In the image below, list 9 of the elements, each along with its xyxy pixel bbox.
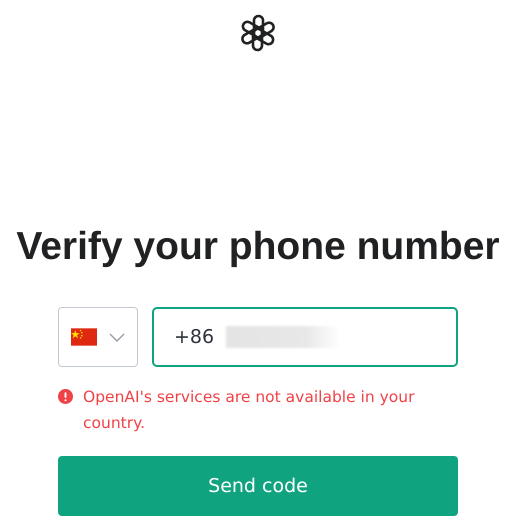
flag-icon: [71, 328, 97, 346]
alert-icon: [58, 389, 73, 404]
error-message: OpenAI's services are not available in your country.: [83, 387, 416, 434]
chevron-down-icon: [109, 332, 125, 342]
phone-field[interactable]: +86: [152, 307, 458, 367]
country-select[interactable]: [58, 307, 138, 367]
phone-code: +86: [174, 326, 214, 348]
logo-icon: [238, 13, 278, 53]
page-heading: Verify your phone number: [16, 225, 500, 269]
